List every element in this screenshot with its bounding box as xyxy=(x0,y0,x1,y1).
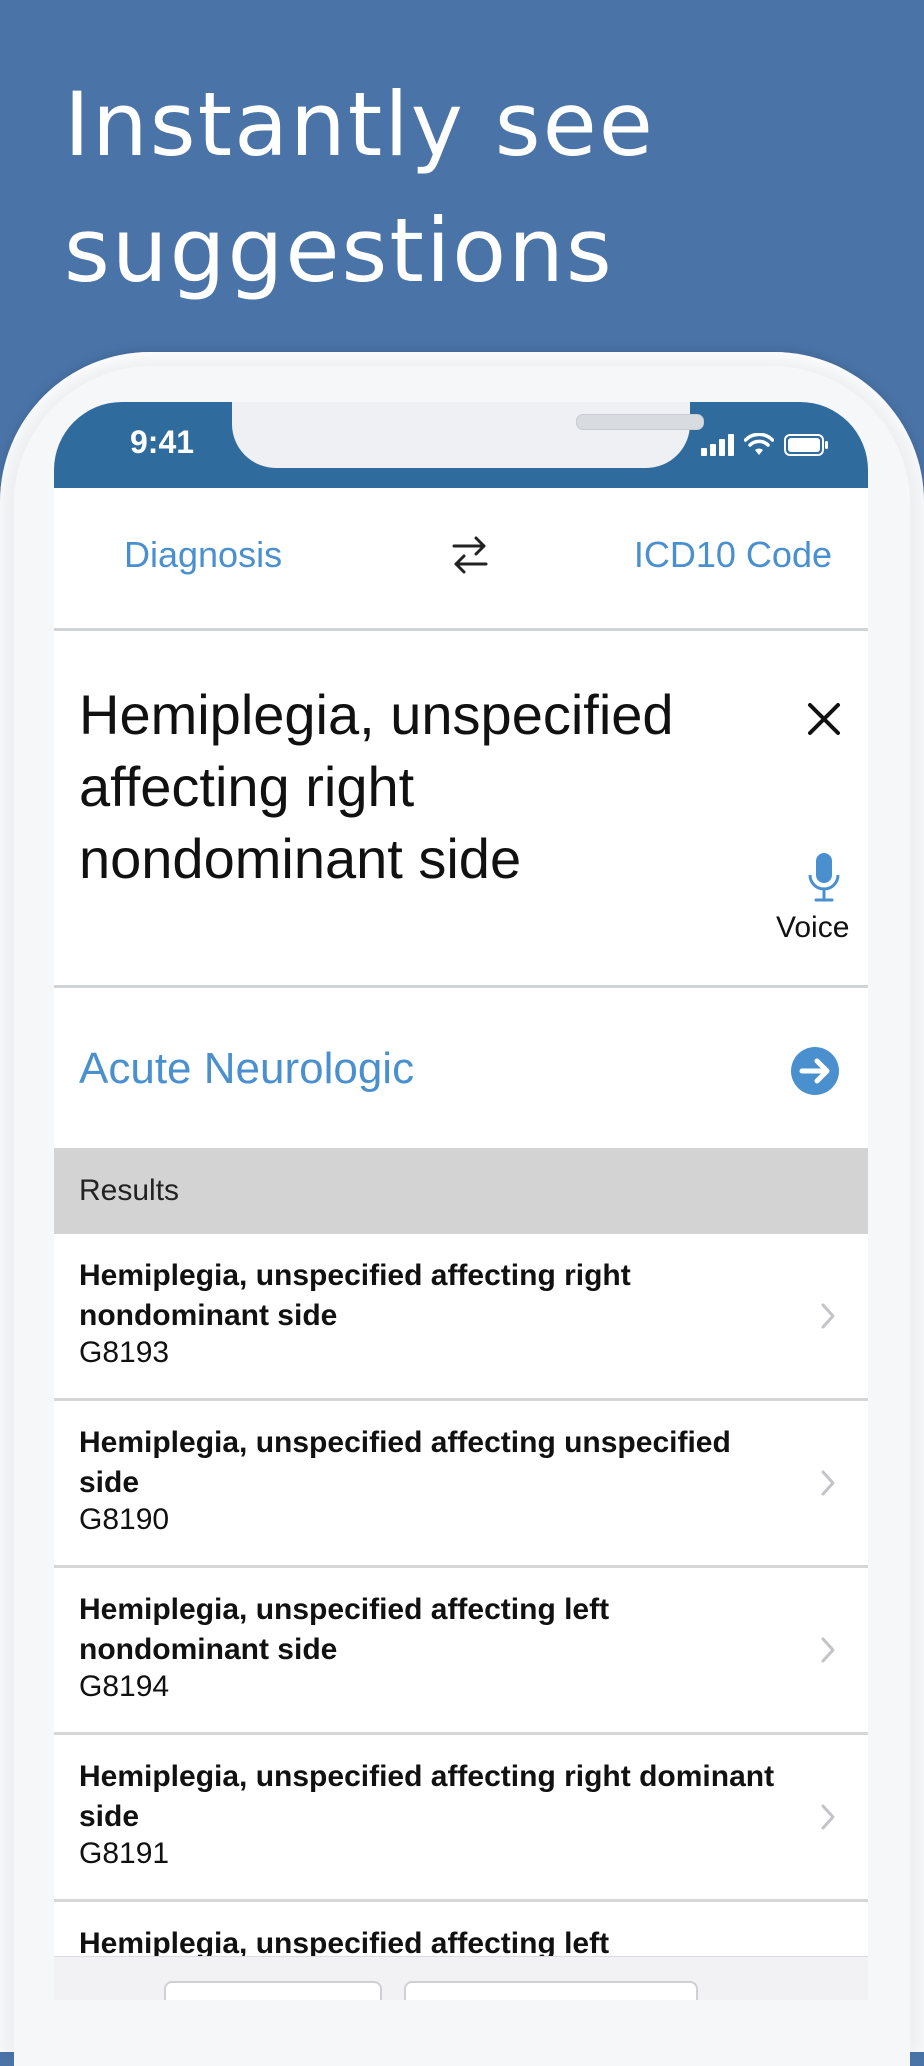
result-code: G8191 xyxy=(79,1837,170,1870)
microphone-icon[interactable] xyxy=(806,851,842,903)
close-icon[interactable] xyxy=(804,699,844,739)
result-item[interactable]: Hemiplegia, unspecified affecting right … xyxy=(54,1234,868,1401)
status-icons xyxy=(701,430,830,460)
mode-switcher: Diagnosis ICD10 Code xyxy=(54,488,868,631)
headline-line-1: Instantly see xyxy=(64,73,655,176)
headline: Instantly see suggestions xyxy=(64,62,655,314)
device-notch xyxy=(232,402,704,468)
chevron-right-icon xyxy=(821,1637,835,1663)
result-title: Hemiplegia, unspecified affecting right … xyxy=(79,1760,775,1833)
result-code: G8194 xyxy=(79,1670,170,1703)
result-item[interactable]: Hemiplegia, unspecified affecting right … xyxy=(54,1735,868,1902)
result-title: Hemiplegia, unspecified affecting left n… xyxy=(79,1593,610,1666)
result-item[interactable]: Hemiplegia, unspecified affecting left n… xyxy=(54,1568,868,1735)
results-list: Hemiplegia, unspecified affecting right … xyxy=(54,1234,868,2000)
bottom-toolbar xyxy=(54,1956,868,2000)
diagnosis-tab[interactable]: Diagnosis xyxy=(124,534,282,576)
swap-arrows-icon[interactable] xyxy=(450,530,490,578)
wifi-icon xyxy=(744,433,774,455)
result-title: Hemiplegia, unspecified affecting right … xyxy=(79,1259,631,1332)
search-query-text[interactable]: Hemiplegia, unspecified affecting right … xyxy=(79,679,699,895)
phone-screen: 9:41 Diagnosis ICD10 Code Hemiplegia, un… xyxy=(54,402,868,2000)
toolbar-button-left[interactable] xyxy=(164,1981,382,2000)
status-time: 9:41 xyxy=(130,424,195,460)
icd10-code-tab[interactable]: ICD10 Code xyxy=(634,534,832,576)
chevron-right-icon xyxy=(821,1804,835,1830)
results-header-label: Results xyxy=(79,1174,180,1207)
result-code: G8193 xyxy=(79,1336,170,1369)
result-item[interactable]: Hemiplegia, unspecified affecting unspec… xyxy=(54,1401,868,1568)
toolbar-button-right[interactable] xyxy=(404,1981,698,2000)
search-query-area[interactable]: Hemiplegia, unspecified affecting right … xyxy=(54,631,868,988)
result-code: G8190 xyxy=(79,1503,170,1536)
chevron-right-icon xyxy=(821,1470,835,1496)
category-label: Acute Neurologic xyxy=(79,1044,415,1093)
arrow-right-circle-icon[interactable] xyxy=(790,1046,840,1096)
battery-icon xyxy=(784,434,828,456)
voice-label[interactable]: Voice xyxy=(776,911,849,945)
speaker-grille xyxy=(576,414,704,430)
headline-line-2: suggestions xyxy=(64,199,614,302)
category-row[interactable]: Acute Neurologic xyxy=(54,988,868,1148)
results-header: Results xyxy=(54,1148,868,1234)
chevron-right-icon xyxy=(821,1303,835,1329)
signal-icon xyxy=(701,434,734,456)
result-title: Hemiplegia, unspecified affecting unspec… xyxy=(79,1426,731,1499)
